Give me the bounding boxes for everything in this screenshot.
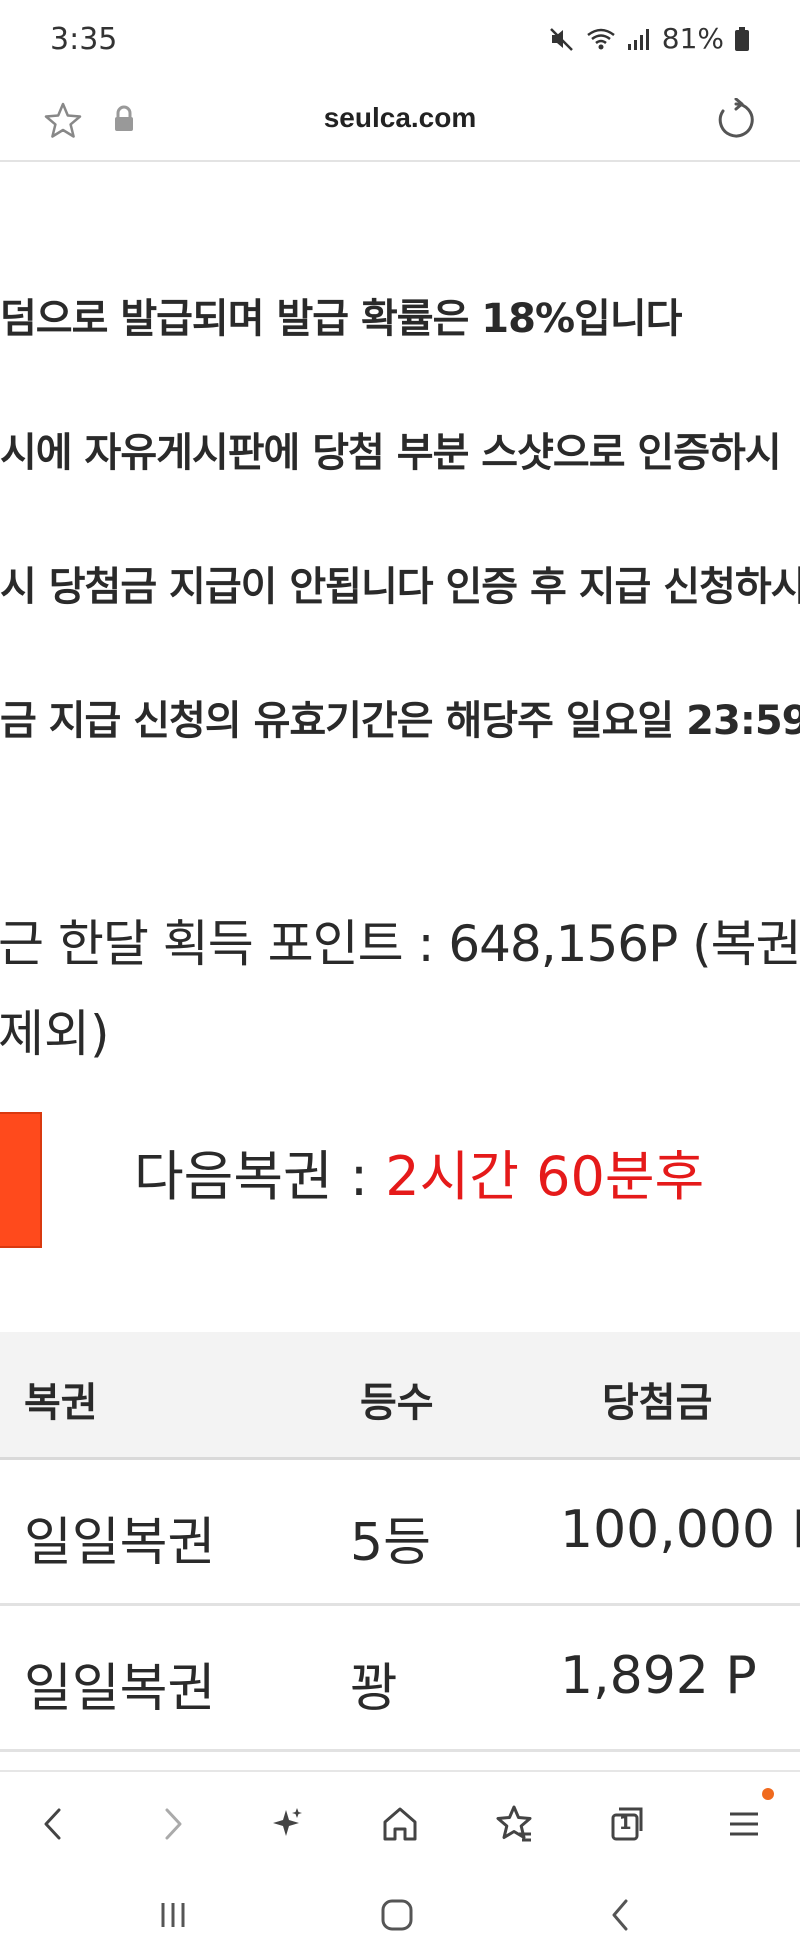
cell-prize: 100,000 P <box>560 1500 800 1560</box>
system-navigation <box>0 1870 800 1956</box>
next-lottery: 다음복권 : 2시간 60분후 <box>134 1132 704 1211</box>
next-lottery-label: 다음복권 : <box>134 1145 386 1208</box>
tabs-icon[interactable]: 1 <box>600 1796 656 1852</box>
header-rank: 등수 <box>360 1380 434 1426</box>
cell-rank: 꽝 <box>350 1659 398 1719</box>
cell-rank: 5등 <box>350 1513 431 1573</box>
monthly-points-cont: 제외) <box>0 1005 110 1063</box>
cell-prize: 1,892 P <box>560 1646 757 1706</box>
notice-line-1: 덤으로 발급되며 발급 확률은 18%입니다 <box>0 296 682 342</box>
forward-icon[interactable] <box>144 1796 200 1852</box>
table-row: 일일복권 5등 100,000 P <box>0 1460 800 1606</box>
next-lottery-time: 2시간 60분후 <box>385 1145 705 1208</box>
url-bar: seulca.com <box>0 84 800 162</box>
mute-icon <box>548 25 576 53</box>
bookmarks-icon[interactable] <box>486 1796 542 1852</box>
wifi-icon <box>586 26 616 52</box>
home-circle-icon[interactable] <box>372 1890 422 1940</box>
status-icons: 81% <box>548 22 750 55</box>
page-content: 덤으로 발급되며 발급 확률은 18%입니다 시에 자유게시판에 당첨 부분 스… <box>0 164 800 1770</box>
back-icon[interactable] <box>26 1796 82 1852</box>
notice-line-3: 시 당첨금 지급이 안됩니다 인증 후 지급 신청하시 <box>0 564 800 610</box>
cell-lottery: 일일복권 <box>24 1513 216 1573</box>
sparkle-icon[interactable] <box>258 1796 314 1852</box>
url-domain[interactable]: seulca.com <box>0 102 800 134</box>
notice-line-4: 금 지급 신청의 유효기간은 해당주 일요일 23:59 <box>0 698 800 744</box>
notice-line-2: 시에 자유게시판에 당첨 부분 스샷으로 인증하시 <box>0 430 782 476</box>
tabs-count: 1 <box>619 1813 632 1834</box>
status-time: 3:35 <box>50 22 118 57</box>
lottery-result-table: 복권 등수 당첨금 일일복권 5등 100,000 P 일일복권 꽝 1,892… <box>0 1332 800 1752</box>
system-back-icon[interactable] <box>596 1890 646 1940</box>
signal-icon <box>626 26 652 52</box>
table-header: 복권 등수 당첨금 <box>0 1332 800 1460</box>
battery-percent: 81% <box>661 22 724 55</box>
lottery-button[interactable] <box>0 1112 42 1248</box>
battery-icon <box>734 26 750 52</box>
header-lottery: 복권 <box>24 1380 98 1426</box>
table-row: 일일복권 꽝 1,892 P <box>0 1606 800 1752</box>
recents-icon[interactable] <box>148 1890 198 1940</box>
menu-icon[interactable] <box>716 1788 774 1852</box>
notification-dot <box>762 1788 774 1800</box>
status-bar: 3:35 81% <box>0 0 800 84</box>
cell-lottery: 일일복권 <box>24 1659 216 1719</box>
monthly-points: 근 한달 획득 포인트 : 648,156P (복권 <box>0 915 800 973</box>
header-prize: 당첨금 <box>602 1380 713 1426</box>
reload-icon[interactable] <box>714 97 758 146</box>
home-icon[interactable] <box>372 1796 428 1852</box>
browser-toolbar: 1 <box>0 1770 800 1870</box>
